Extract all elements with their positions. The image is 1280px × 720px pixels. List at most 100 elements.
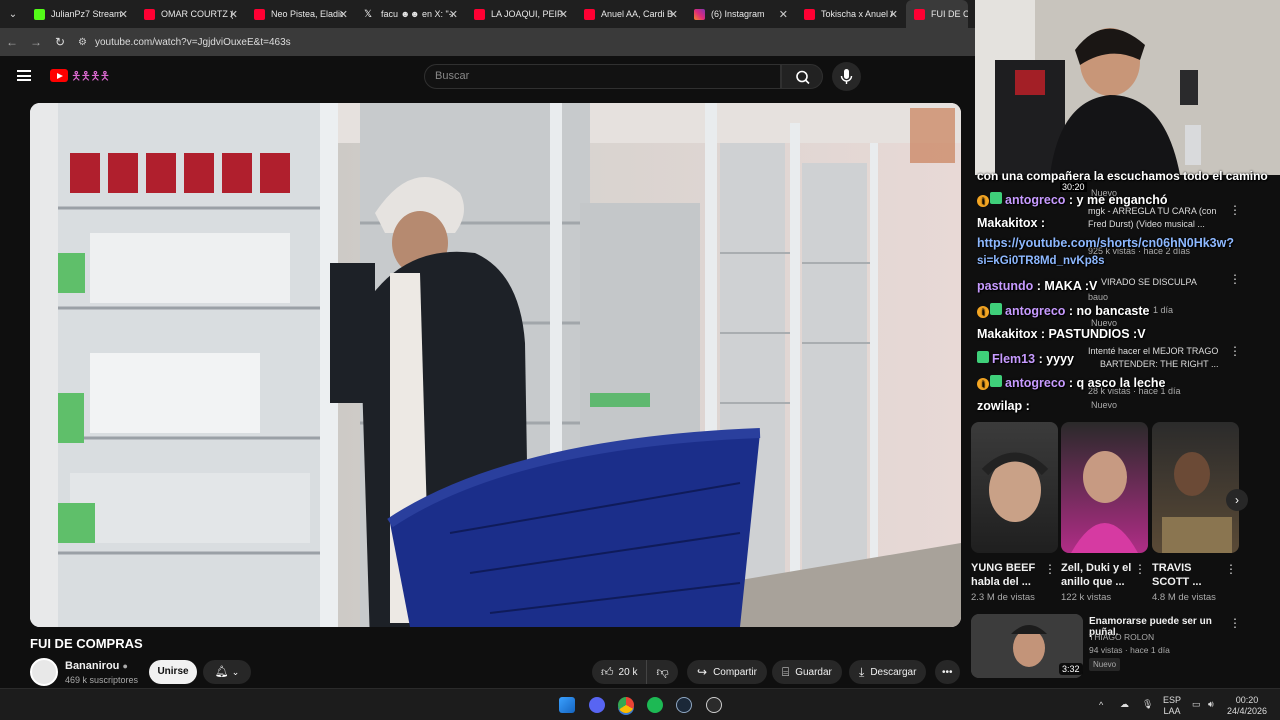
search-input[interactable]: Buscar (424, 64, 781, 89)
youtube-logo-icon[interactable] (50, 69, 68, 82)
chat-username: Makakitox (977, 216, 1038, 230)
chat-username: Flem13 (992, 352, 1036, 366)
back-icon[interactable]: ← (0, 35, 24, 49)
cloud-icon[interactable]: ☁ (1120, 699, 1129, 710)
mic-tray-icon[interactable]: 🎙︎ (1142, 699, 1153, 710)
steam-icon[interactable] (676, 697, 692, 713)
share-button[interactable]: ↪ Compartir (687, 660, 767, 684)
site-info-icon[interactable]: ⚙ (78, 37, 87, 48)
volume-icon[interactable]: 🔊︎ (1208, 699, 1214, 710)
tab-3[interactable]: 𝕏facu ☻☻ en X: "-ab✕ (356, 0, 466, 28)
youtube-header: 🯅🯅🯅🯅 Buscar (0, 56, 975, 96)
video-title: FUI DE COMPRAS (30, 636, 143, 651)
more-vertical-icon[interactable]: ⋮ (1229, 616, 1241, 630)
language-indicator[interactable]: ESP LAA (1163, 695, 1181, 717)
short-title: Zell, Duki y el anillo que ... (1061, 562, 1132, 588)
thumbs-down-icon: 👎︎ (656, 664, 669, 679)
x-icon: 𝕏 (364, 8, 373, 20)
chat-message: Makakitox : PASTUNDIOS :V (977, 327, 1146, 341)
streamer-webcam-overlay (975, 0, 1280, 175)
tab-1[interactable]: OMAR COURTZ (Ja✕ (136, 0, 246, 28)
join-button[interactable]: Unirse (149, 660, 197, 684)
info-badge-icon: i (977, 306, 989, 318)
like-button[interactable]: 👍︎ 20 k (592, 660, 648, 684)
chat-message: i antogreco : no bancaste (977, 303, 1149, 318)
close-icon[interactable]: ✕ (889, 8, 898, 21)
close-icon[interactable]: ✕ (119, 8, 128, 21)
chevron-right-icon[interactable]: › (1226, 489, 1248, 511)
short-thumbnail[interactable] (1061, 422, 1148, 553)
save-label: Guardar (795, 666, 832, 678)
video-player[interactable] (30, 103, 961, 627)
tab-8-active[interactable]: FUI DE COM (906, 0, 968, 28)
short-thumbnail[interactable] (1152, 422, 1239, 553)
recommended-video[interactable]: 3:32 Enamorarse puede ser un puñal. THIA… (971, 614, 1271, 684)
tab-7[interactable]: Tokischa x Anuel A ✕ (796, 0, 906, 28)
chat-message: zowilap : (977, 399, 1030, 413)
download-button[interactable]: ⤓ Descargar (849, 660, 927, 684)
instagram-icon (694, 8, 705, 20)
like-dislike-group: 👍︎ 20 k 👎︎ (592, 660, 678, 684)
windows-start-icon[interactable] (559, 697, 575, 713)
more-vertical-icon[interactable]: ⋮ (1225, 562, 1237, 576)
menu-icon[interactable] (17, 70, 31, 81)
chat-link[interactable]: si=kGi0TR8Md_nvKp8s (977, 255, 1105, 267)
channel-avatar[interactable] (30, 658, 58, 686)
spotify-icon[interactable] (647, 697, 663, 713)
address-bar: ← → ↻ ⚙ youtube.com/watch?v=JgjdviOuxeE&t… (0, 28, 975, 56)
close-icon[interactable]: ✕ (779, 8, 788, 21)
subscription-bell-button[interactable]: 🔔︎ ⌄ (203, 660, 251, 684)
kick-icon (34, 8, 45, 20)
forward-icon[interactable]: → (24, 35, 48, 49)
tab-5[interactable]: Anuel AA, Cardi B ✕ (576, 0, 686, 28)
close-icon[interactable]: ✕ (449, 8, 458, 21)
chat-link[interactable]: https://youtube.com/shorts/cn06hN0Hk3w? (977, 236, 1234, 250)
close-icon[interactable]: ✕ (559, 8, 568, 21)
channel-name[interactable]: Bananirou ● (65, 660, 128, 672)
tab-title: LA JOAQUI, PEIPP (491, 9, 563, 19)
chat-username: antogreco (1005, 193, 1066, 207)
tab-title: OMAR COURTZ (Ja (161, 9, 233, 19)
sub-badge-icon (977, 351, 989, 363)
tab-0[interactable]: JulianPz7 Stream ✕ (26, 0, 136, 28)
short-views: 2.3 M de vistas (971, 592, 1035, 603)
more-vertical-icon[interactable]: ⋮ (1134, 562, 1146, 576)
tab-title: (6) Instagram (711, 9, 765, 19)
tab-4[interactable]: LA JOAQUI, PEIPP ✕ (466, 0, 576, 28)
app-icon[interactable] (706, 697, 722, 713)
close-icon[interactable]: ✕ (229, 8, 238, 21)
clock[interactable]: 00:20 24/4/2026 (1227, 695, 1267, 717)
network-icon[interactable]: ▭ (1192, 699, 1201, 710)
windows-taskbar: ^ ☁ 🎙︎ ESP LAA ▭ 🔊︎ 00:20 24/4/2026 (0, 688, 1280, 720)
youtube-icon (254, 8, 265, 20)
save-button[interactable]: ⌸ Guardar (772, 660, 842, 684)
short-item[interactable]: YUNG BEEF habla del ... ⋮ 2.3 M de vista… (971, 422, 1058, 603)
chrome-icon[interactable] (618, 697, 634, 713)
tab-2[interactable]: Neo Pistea, Eladio ✕ (246, 0, 356, 28)
tab-6[interactable]: (6) Instagram ✕ (686, 0, 796, 28)
stream-chat-overlay: con una compañera la escuchamos todo el … (975, 168, 1280, 418)
verified-icon: ● (122, 661, 128, 671)
short-item[interactable]: Zell, Duki y el anillo que ... ⋮ 122 k v… (1061, 422, 1148, 603)
youtube-icon (144, 8, 155, 20)
tray-chevron-icon[interactable]: ^ (1099, 700, 1103, 711)
discord-icon[interactable] (589, 697, 605, 713)
youtube-icon (474, 8, 485, 20)
short-thumbnail[interactable] (971, 422, 1058, 553)
more-vertical-icon[interactable]: ⋮ (1044, 562, 1056, 576)
short-item[interactable]: TRAVIS SCOTT ... ⋮ 4.8 M de vistas (1152, 422, 1239, 603)
thumbnail-image (1071, 451, 1138, 553)
close-icon[interactable]: ✕ (339, 8, 348, 21)
chat-text: : (1037, 216, 1046, 230)
tab-search-chevron-icon[interactable]: ⌄ (0, 0, 26, 28)
more-actions-button[interactable]: ••• (935, 660, 960, 684)
search-button[interactable] (781, 64, 823, 89)
chat-text: : yyyy (1035, 352, 1075, 366)
close-icon[interactable]: ✕ (669, 8, 678, 21)
reload-icon[interactable]: ↻ (48, 35, 72, 49)
url-field[interactable]: ⚙ youtube.com/watch?v=JgjdviOuxeE&t=463s (78, 37, 291, 48)
dislike-button[interactable]: 👎︎ (647, 665, 677, 680)
share-icon: ↪ (697, 665, 708, 679)
chevron-down-icon: ⌄ (231, 667, 240, 677)
voice-search-button[interactable] (832, 62, 861, 91)
